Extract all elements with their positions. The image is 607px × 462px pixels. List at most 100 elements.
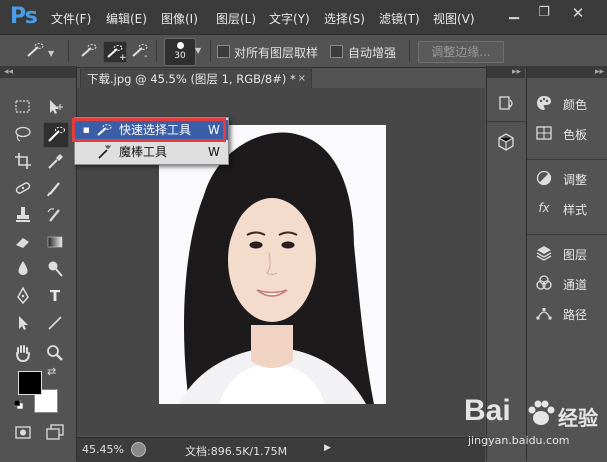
baidu-jingyan-watermark: Bai 经验 jingyan.baidu.com xyxy=(462,388,602,454)
panel-label: 调整 xyxy=(563,173,588,187)
eraser-tool-icon[interactable] xyxy=(12,231,34,253)
properties-panel-icon[interactable] xyxy=(495,131,517,153)
magic-wand-icon xyxy=(95,144,113,160)
paths-icon xyxy=(535,304,553,322)
close-tab-icon[interactable]: × xyxy=(298,70,306,88)
menu-edit[interactable]: 编辑(E) xyxy=(106,10,147,27)
preset-dropdown-icon[interactable]: ▼ xyxy=(48,49,54,58)
panel-adjustments[interactable]: 调整 xyxy=(527,166,607,190)
palette-icon xyxy=(535,94,553,112)
collapse-right-icon[interactable]: ▸▸ xyxy=(512,67,521,77)
history-brush-tool-icon[interactable] xyxy=(44,204,66,226)
foreground-color-swatch[interactable] xyxy=(18,371,42,395)
layers-icon xyxy=(535,244,553,262)
panel-channels[interactable]: 通道 xyxy=(527,271,607,295)
clone-stamp-tool-icon[interactable] xyxy=(12,204,34,226)
menu-layer[interactable]: 图层(L) xyxy=(216,10,256,27)
menu-bar: Ps 文件(F) 编辑(E) 图像(I) 图层(L) 文字(Y) 选择(S) 滤… xyxy=(0,0,607,34)
marquee-tool-icon[interactable] xyxy=(12,96,34,118)
status-menu-arrow-icon[interactable]: ▶ xyxy=(324,443,331,453)
screen-mode-icon[interactable] xyxy=(44,421,66,443)
highlight-annotation-box xyxy=(72,118,226,142)
panel-styles[interactable]: fx 样式 xyxy=(527,196,607,220)
brush-dropdown-icon[interactable]: ▼ xyxy=(195,46,201,55)
menu-view[interactable]: 视图(V) xyxy=(433,10,475,27)
default-colors-icon[interactable] xyxy=(13,399,24,410)
brush-dot-icon xyxy=(177,42,184,49)
panel-label: 路径 xyxy=(563,308,588,322)
eyedropper-tool-icon[interactable] xyxy=(44,150,66,172)
close-window-icon[interactable]: ✕ xyxy=(567,4,589,22)
hand-tool-icon[interactable] xyxy=(12,342,34,364)
flyout-item-magic-wand[interactable]: 魔棒工具 W xyxy=(75,142,228,162)
menu-file[interactable]: 文件(F) xyxy=(51,10,91,27)
panel-label: 图层 xyxy=(563,248,588,262)
zoom-level[interactable]: 45.45% xyxy=(82,443,124,456)
menu-filter[interactable]: 滤镜(T) xyxy=(379,10,420,27)
pen-tool-icon[interactable] xyxy=(12,285,34,307)
quick-selection-tool-icon[interactable] xyxy=(43,122,69,148)
gradient-tool-icon[interactable] xyxy=(44,231,66,253)
menu-image[interactable]: 图像(I) xyxy=(161,10,198,27)
quick-selection-preset-icon[interactable] xyxy=(24,41,46,61)
auto-enhance-label: 自动增强 xyxy=(348,46,397,60)
adjustment-icon xyxy=(535,169,553,187)
document-tab[interactable]: 下载.jpg @ 45.5% (图层 1, RGB/8#) * × xyxy=(80,69,312,88)
svg-text:+: + xyxy=(119,53,126,62)
panel-swatches[interactable]: 色板 xyxy=(527,121,607,145)
quick-mask-icon[interactable] xyxy=(12,421,34,443)
separator xyxy=(68,40,69,62)
subtract-selection-brush-icon[interactable]: - xyxy=(129,41,151,62)
refine-edge-button[interactable]: 调整边缘... xyxy=(418,41,504,63)
document-image xyxy=(159,125,386,404)
panel-label: 样式 xyxy=(563,203,588,217)
line-tool-icon[interactable] xyxy=(44,312,66,334)
photoshop-logo: Ps xyxy=(10,4,38,29)
lasso-tool-icon[interactable] xyxy=(12,123,34,145)
new-selection-brush-icon[interactable] xyxy=(78,41,100,61)
tools-collapse-bar[interactable]: ◂◂ xyxy=(0,66,76,78)
panel-label: 通道 xyxy=(563,278,588,292)
collapse-left-icon[interactable]: ◂◂ xyxy=(0,67,13,77)
watermark-jingyan: 经验 xyxy=(558,406,598,430)
separator xyxy=(156,40,157,62)
add-to-selection-brush-icon[interactable]: + xyxy=(103,41,127,63)
history-panel-icon[interactable] xyxy=(495,92,517,114)
minimize-icon[interactable]: ▁ xyxy=(503,4,525,22)
swap-colors-icon[interactable]: ⇄ xyxy=(47,365,56,378)
watermark-url: jingyan.baidu.com xyxy=(468,434,570,447)
healing-brush-tool-icon[interactable] xyxy=(12,177,34,199)
watermark-brand: Bai xyxy=(464,394,511,427)
menu-type[interactable]: 文字(Y) xyxy=(269,10,310,27)
separator xyxy=(409,40,410,62)
svg-text:-: - xyxy=(144,51,148,61)
tools-panel: ◂◂ T ⇄ xyxy=(0,66,77,461)
move-tool-icon[interactable] xyxy=(44,96,66,118)
dodge-tool-icon[interactable] xyxy=(44,258,66,280)
brush-size-picker[interactable]: 30 xyxy=(164,38,196,66)
zoom-tool-icon[interactable] xyxy=(44,342,66,364)
blur-tool-icon[interactable] xyxy=(12,258,34,280)
sample-all-layers-checkbox[interactable] xyxy=(217,45,230,58)
collapse-right-icon[interactable]: ▸▸ xyxy=(595,67,604,77)
auto-enhance-checkbox[interactable] xyxy=(330,45,343,58)
path-selection-tool-icon[interactable] xyxy=(12,312,34,334)
document-title: 下载.jpg @ 45.5% (图层 1, RGB/8#) * xyxy=(87,72,296,86)
fx-icon: fx xyxy=(538,201,550,215)
panel-layers[interactable]: 图层 xyxy=(527,241,607,265)
status-info-icon[interactable] xyxy=(131,442,146,457)
menu-select[interactable]: 选择(S) xyxy=(324,10,365,27)
crop-tool-icon[interactable] xyxy=(12,150,34,172)
brush-tool-icon[interactable] xyxy=(44,177,66,199)
document-size-info: 文档:896.5K/1.75M xyxy=(185,445,288,458)
restore-icon[interactable]: ❐ xyxy=(533,4,555,22)
right-panel-collapse-bar[interactable]: ▸▸ xyxy=(527,66,607,78)
grid-icon xyxy=(535,124,553,142)
type-tool-icon[interactable]: T xyxy=(44,285,66,307)
panel-color[interactable]: 颜色 xyxy=(527,91,607,115)
panel-paths[interactable]: 路径 xyxy=(527,301,607,325)
mid-panel-collapse-bar[interactable]: ▸▸ xyxy=(487,66,525,78)
channels-icon xyxy=(535,274,553,292)
portrait-photo xyxy=(159,125,386,404)
